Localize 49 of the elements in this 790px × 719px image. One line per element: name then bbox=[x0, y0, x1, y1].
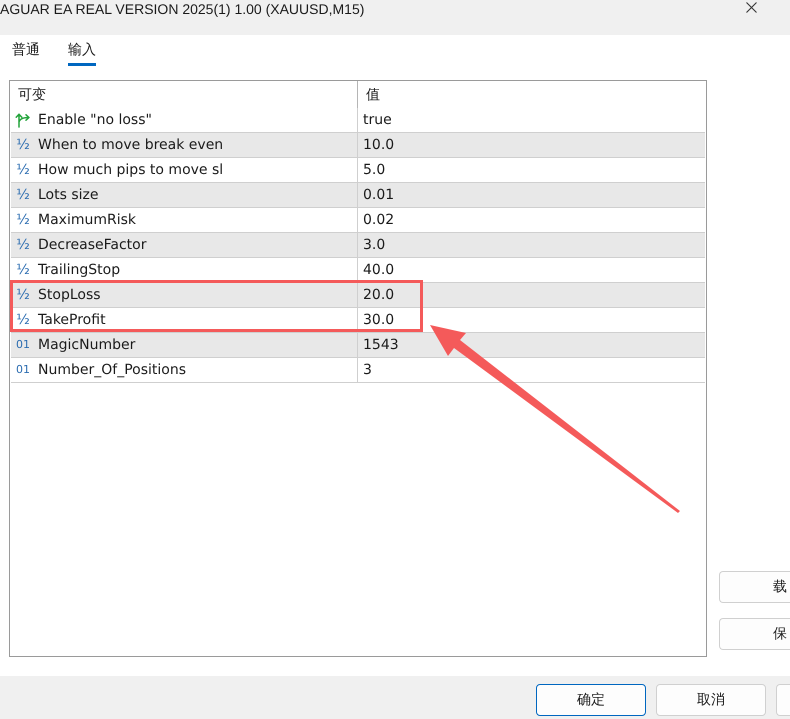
side-button[interactable]: 保 bbox=[719, 618, 790, 650]
parameter-value[interactable]: true bbox=[357, 108, 705, 132]
parameter-name: When to move break even bbox=[38, 137, 224, 153]
fraction-icon: ½ bbox=[15, 187, 31, 203]
parameter-row[interactable]: ½ Lots size 0.01 bbox=[11, 183, 705, 208]
parameter-row[interactable]: ½ How much pips to move sl 5.0 bbox=[11, 158, 705, 183]
dialog-button[interactable]: 确定 bbox=[536, 684, 646, 716]
parameter-value[interactable]: 0.01 bbox=[357, 183, 705, 207]
parameter-row[interactable]: ½ DecreaseFactor 3.0 bbox=[11, 233, 705, 258]
parameter-value[interactable]: 5.0 bbox=[357, 158, 705, 182]
fraction-icon: ½ bbox=[15, 212, 31, 228]
parameter-row[interactable]: Enable "no loss" true bbox=[11, 108, 705, 133]
parameter-name: StopLoss bbox=[38, 287, 101, 303]
parameter-row[interactable]: 01 MagicNumber 1543 bbox=[11, 333, 705, 358]
integer-icon: 01 bbox=[15, 363, 31, 377]
parameter-name: Number_Of_Positions bbox=[38, 362, 186, 378]
parameter-name: Lots size bbox=[38, 187, 98, 203]
side-button[interactable]: 载 bbox=[719, 571, 790, 603]
parameter-name: TakeProfit bbox=[38, 312, 106, 328]
window-title: AGUAR EA REAL VERSION 2025(1) 1.00 (XAUUSD,M15) bbox=[0, 0, 364, 18]
fraction-icon: ½ bbox=[15, 287, 31, 303]
column-header[interactable]: 可变 bbox=[11, 81, 357, 108]
tab[interactable]: 输入 bbox=[68, 40, 96, 66]
parameter-name: TrailingStop bbox=[38, 262, 120, 278]
dialog-button[interactable]: 取消 bbox=[656, 684, 766, 716]
fraction-icon: ½ bbox=[15, 137, 31, 153]
parameter-row[interactable]: ½ MaximumRisk 0.02 bbox=[11, 208, 705, 233]
tab[interactable]: 普通 bbox=[12, 40, 40, 66]
parameter-name: DecreaseFactor bbox=[38, 237, 146, 253]
parameter-value[interactable]: 3.0 bbox=[357, 233, 705, 257]
fraction-icon: ½ bbox=[15, 162, 31, 178]
parameter-value[interactable]: 0.02 bbox=[357, 208, 705, 232]
fraction-icon: ½ bbox=[15, 237, 31, 253]
parameter-row[interactable]: 01 Number_Of_Positions 3 bbox=[11, 358, 705, 383]
parameter-value[interactable]: 20.0 bbox=[357, 283, 705, 307]
fraction-icon: ½ bbox=[15, 312, 31, 328]
parameter-value[interactable]: 10.0 bbox=[357, 133, 705, 157]
parameter-row[interactable]: ½ StopLoss 20.0 bbox=[11, 283, 705, 308]
parameter-name: MagicNumber bbox=[38, 337, 136, 353]
parameter-row[interactable]: ½ TakeProfit 30.0 bbox=[11, 308, 705, 333]
parameter-row[interactable]: ½ When to move break even 10.0 bbox=[11, 133, 705, 158]
integer-icon: 01 bbox=[15, 338, 31, 352]
parameter-name: How much pips to move sl bbox=[38, 162, 224, 178]
parameter-value[interactable]: 40.0 bbox=[357, 258, 705, 282]
split-arrow-icon bbox=[15, 112, 31, 128]
parameter-name: MaximumRisk bbox=[38, 212, 136, 228]
fraction-icon: ½ bbox=[15, 262, 31, 278]
close-icon[interactable] bbox=[746, 2, 757, 13]
parameter-name: Enable "no loss" bbox=[38, 112, 152, 128]
